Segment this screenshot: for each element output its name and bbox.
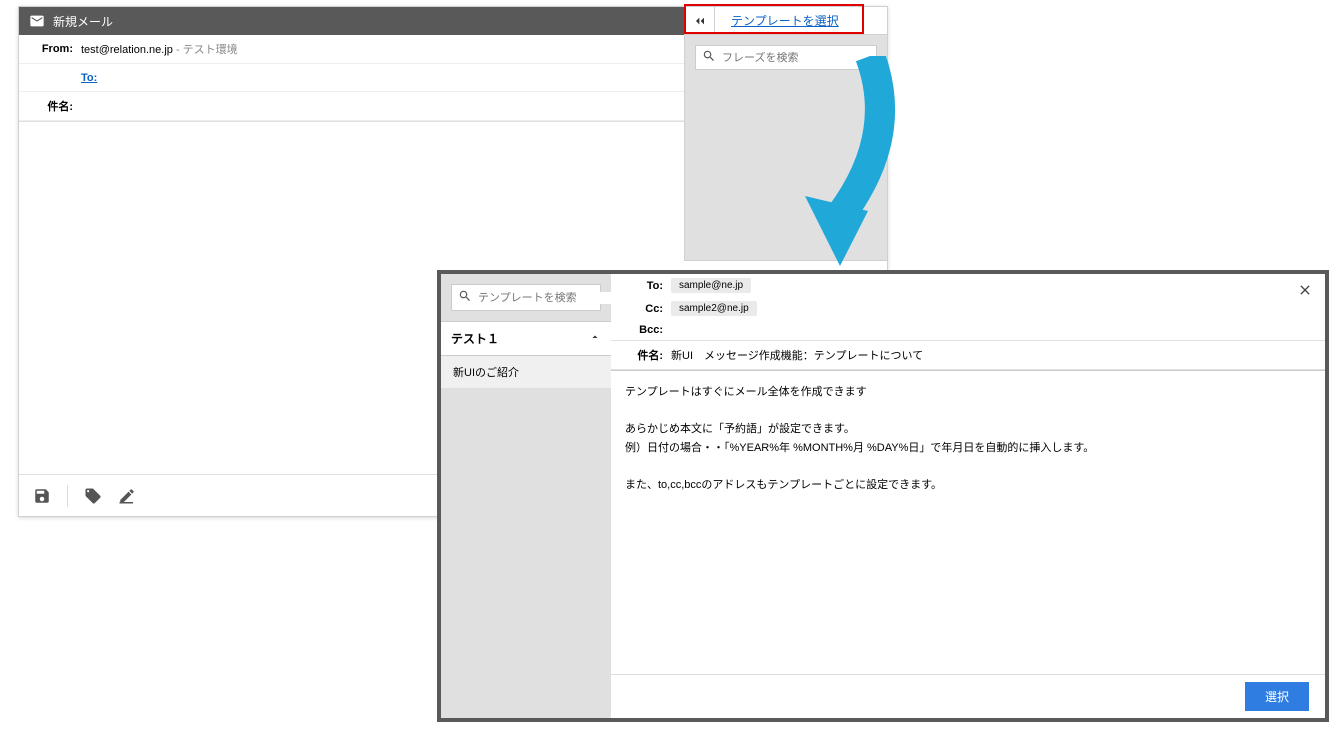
save-icon[interactable] xyxy=(33,487,51,505)
from-email: test@relation.ne.jp xyxy=(81,44,173,56)
bcc-label: Bcc: xyxy=(625,324,663,336)
group-name: テスト１ xyxy=(451,330,499,347)
to-link[interactable]: To: xyxy=(81,72,97,84)
template-dialog: テスト１ 新UIのご紹介 To: sample@ne.jp Cc: sample… xyxy=(437,270,1329,722)
cc-chip[interactable]: sample2@ne.jp xyxy=(671,301,757,316)
side-panel: テンプレートを選択 xyxy=(684,6,888,261)
body-line: 例）日付の場合・・「%YEAR%年 %MONTH%月 %DAY%日」で年月日を自… xyxy=(625,439,1311,458)
body-line: また、to,cc,bccのアドレスもテンプレートごとに設定できます。 xyxy=(625,476,1311,495)
tag-icon[interactable] xyxy=(84,487,102,505)
search-icon xyxy=(458,289,472,306)
template-search-input[interactable] xyxy=(478,292,620,304)
to-label: To: xyxy=(625,280,663,292)
template-preview: To: sample@ne.jp Cc: sample2@ne.jp Bcc: … xyxy=(611,274,1325,718)
collapse-button[interactable] xyxy=(685,7,715,34)
template-item[interactable]: 新UIのご紹介 xyxy=(441,356,611,389)
search-icon xyxy=(702,49,716,66)
chevron-up-icon xyxy=(589,331,601,346)
preview-subject-row: 件名: 新UI メッセージ作成機能：テンプレートについて xyxy=(611,340,1325,370)
side-panel-header: テンプレートを選択 xyxy=(685,7,887,35)
subject-label: 件名: xyxy=(31,98,73,114)
preview-fields: To: sample@ne.jp Cc: sample2@ne.jp Bcc: … xyxy=(611,274,1325,371)
cc-label: Cc: xyxy=(625,303,663,315)
edit-icon[interactable] xyxy=(118,487,136,505)
preview-body: テンプレートはすぐにメール全体を作成できます あらかじめ本文に「予約語」が設定で… xyxy=(611,371,1325,674)
subject-value: 新UI メッセージ作成機能：テンプレートについて xyxy=(671,347,923,363)
preview-bcc-row: Bcc: xyxy=(611,320,1325,340)
preview-footer: 選択 xyxy=(611,674,1325,718)
to-chip[interactable]: sample@ne.jp xyxy=(671,278,751,293)
body-line: テンプレートはすぐにメール全体を作成できます xyxy=(625,383,1311,402)
preview-cc-row: Cc: sample2@ne.jp xyxy=(611,297,1325,320)
phrase-search-input[interactable] xyxy=(722,52,870,64)
body-line: あらかじめ本文に「予約語」が設定できます。 xyxy=(625,420,1311,439)
template-group-header[interactable]: テスト１ xyxy=(441,321,611,356)
divider xyxy=(67,485,68,507)
mail-icon xyxy=(29,13,45,29)
template-sidebar: テスト１ 新UIのご紹介 xyxy=(441,274,611,718)
select-template-link[interactable]: テンプレートを選択 xyxy=(715,12,855,29)
compose-title: 新規メール xyxy=(53,13,113,30)
subject-label: 件名: xyxy=(625,347,663,363)
preview-to-row: To: sample@ne.jp xyxy=(611,274,1325,297)
template-search[interactable] xyxy=(451,284,601,311)
phrase-search[interactable] xyxy=(695,45,877,70)
select-button[interactable]: 選択 xyxy=(1245,682,1309,711)
from-label: From: xyxy=(31,43,73,55)
from-env: - テスト環境 xyxy=(173,44,238,56)
close-icon[interactable] xyxy=(1297,282,1313,303)
